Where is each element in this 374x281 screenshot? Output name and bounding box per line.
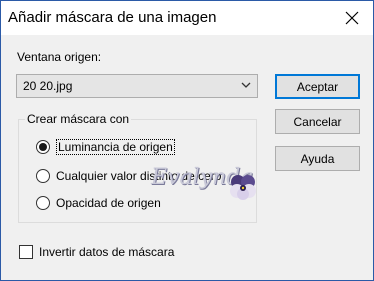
radio-any-nonzero[interactable]: Cualquier valor distinto de cero	[36, 169, 221, 183]
source-window-label: Ventana origen:	[17, 50, 102, 64]
cancel-button[interactable]: Cancelar	[275, 109, 360, 134]
close-button[interactable]	[339, 6, 365, 30]
chevron-down-icon	[241, 82, 251, 88]
source-window-value: 20 20.jpg	[23, 79, 73, 93]
accept-button[interactable]: Aceptar	[275, 74, 360, 99]
radio-label: Cualquier valor distinto de cero	[56, 169, 222, 183]
close-icon	[345, 11, 359, 25]
dialog-window: Añadir máscara de una imagen Ventana ori…	[0, 0, 374, 281]
radio-source-luminance[interactable]: Luminancia de origen	[36, 139, 175, 155]
radio-button[interactable]	[36, 196, 50, 210]
invert-mask-checkbox[interactable]	[19, 245, 33, 259]
radio-label: Opacidad de origen	[56, 196, 161, 210]
radio-button[interactable]	[36, 169, 50, 183]
mask-source-group-label: Crear máscara con	[25, 112, 132, 126]
radio-button[interactable]	[36, 140, 50, 154]
invert-mask-label: Invertir datos de máscara	[39, 245, 175, 259]
radio-source-opacity[interactable]: Opacidad de origen	[36, 196, 161, 210]
title-bar: Añadir máscara de una imagen	[1, 1, 373, 35]
source-window-select[interactable]: 20 20.jpg	[16, 74, 258, 98]
help-button[interactable]: Ayuda	[275, 146, 360, 171]
invert-mask-checkbox-row[interactable]: Invertir datos de máscara	[19, 245, 174, 259]
dialog-title: Añadir máscara de una imagen	[8, 9, 217, 26]
radio-label: Luminancia de origen	[56, 139, 175, 155]
